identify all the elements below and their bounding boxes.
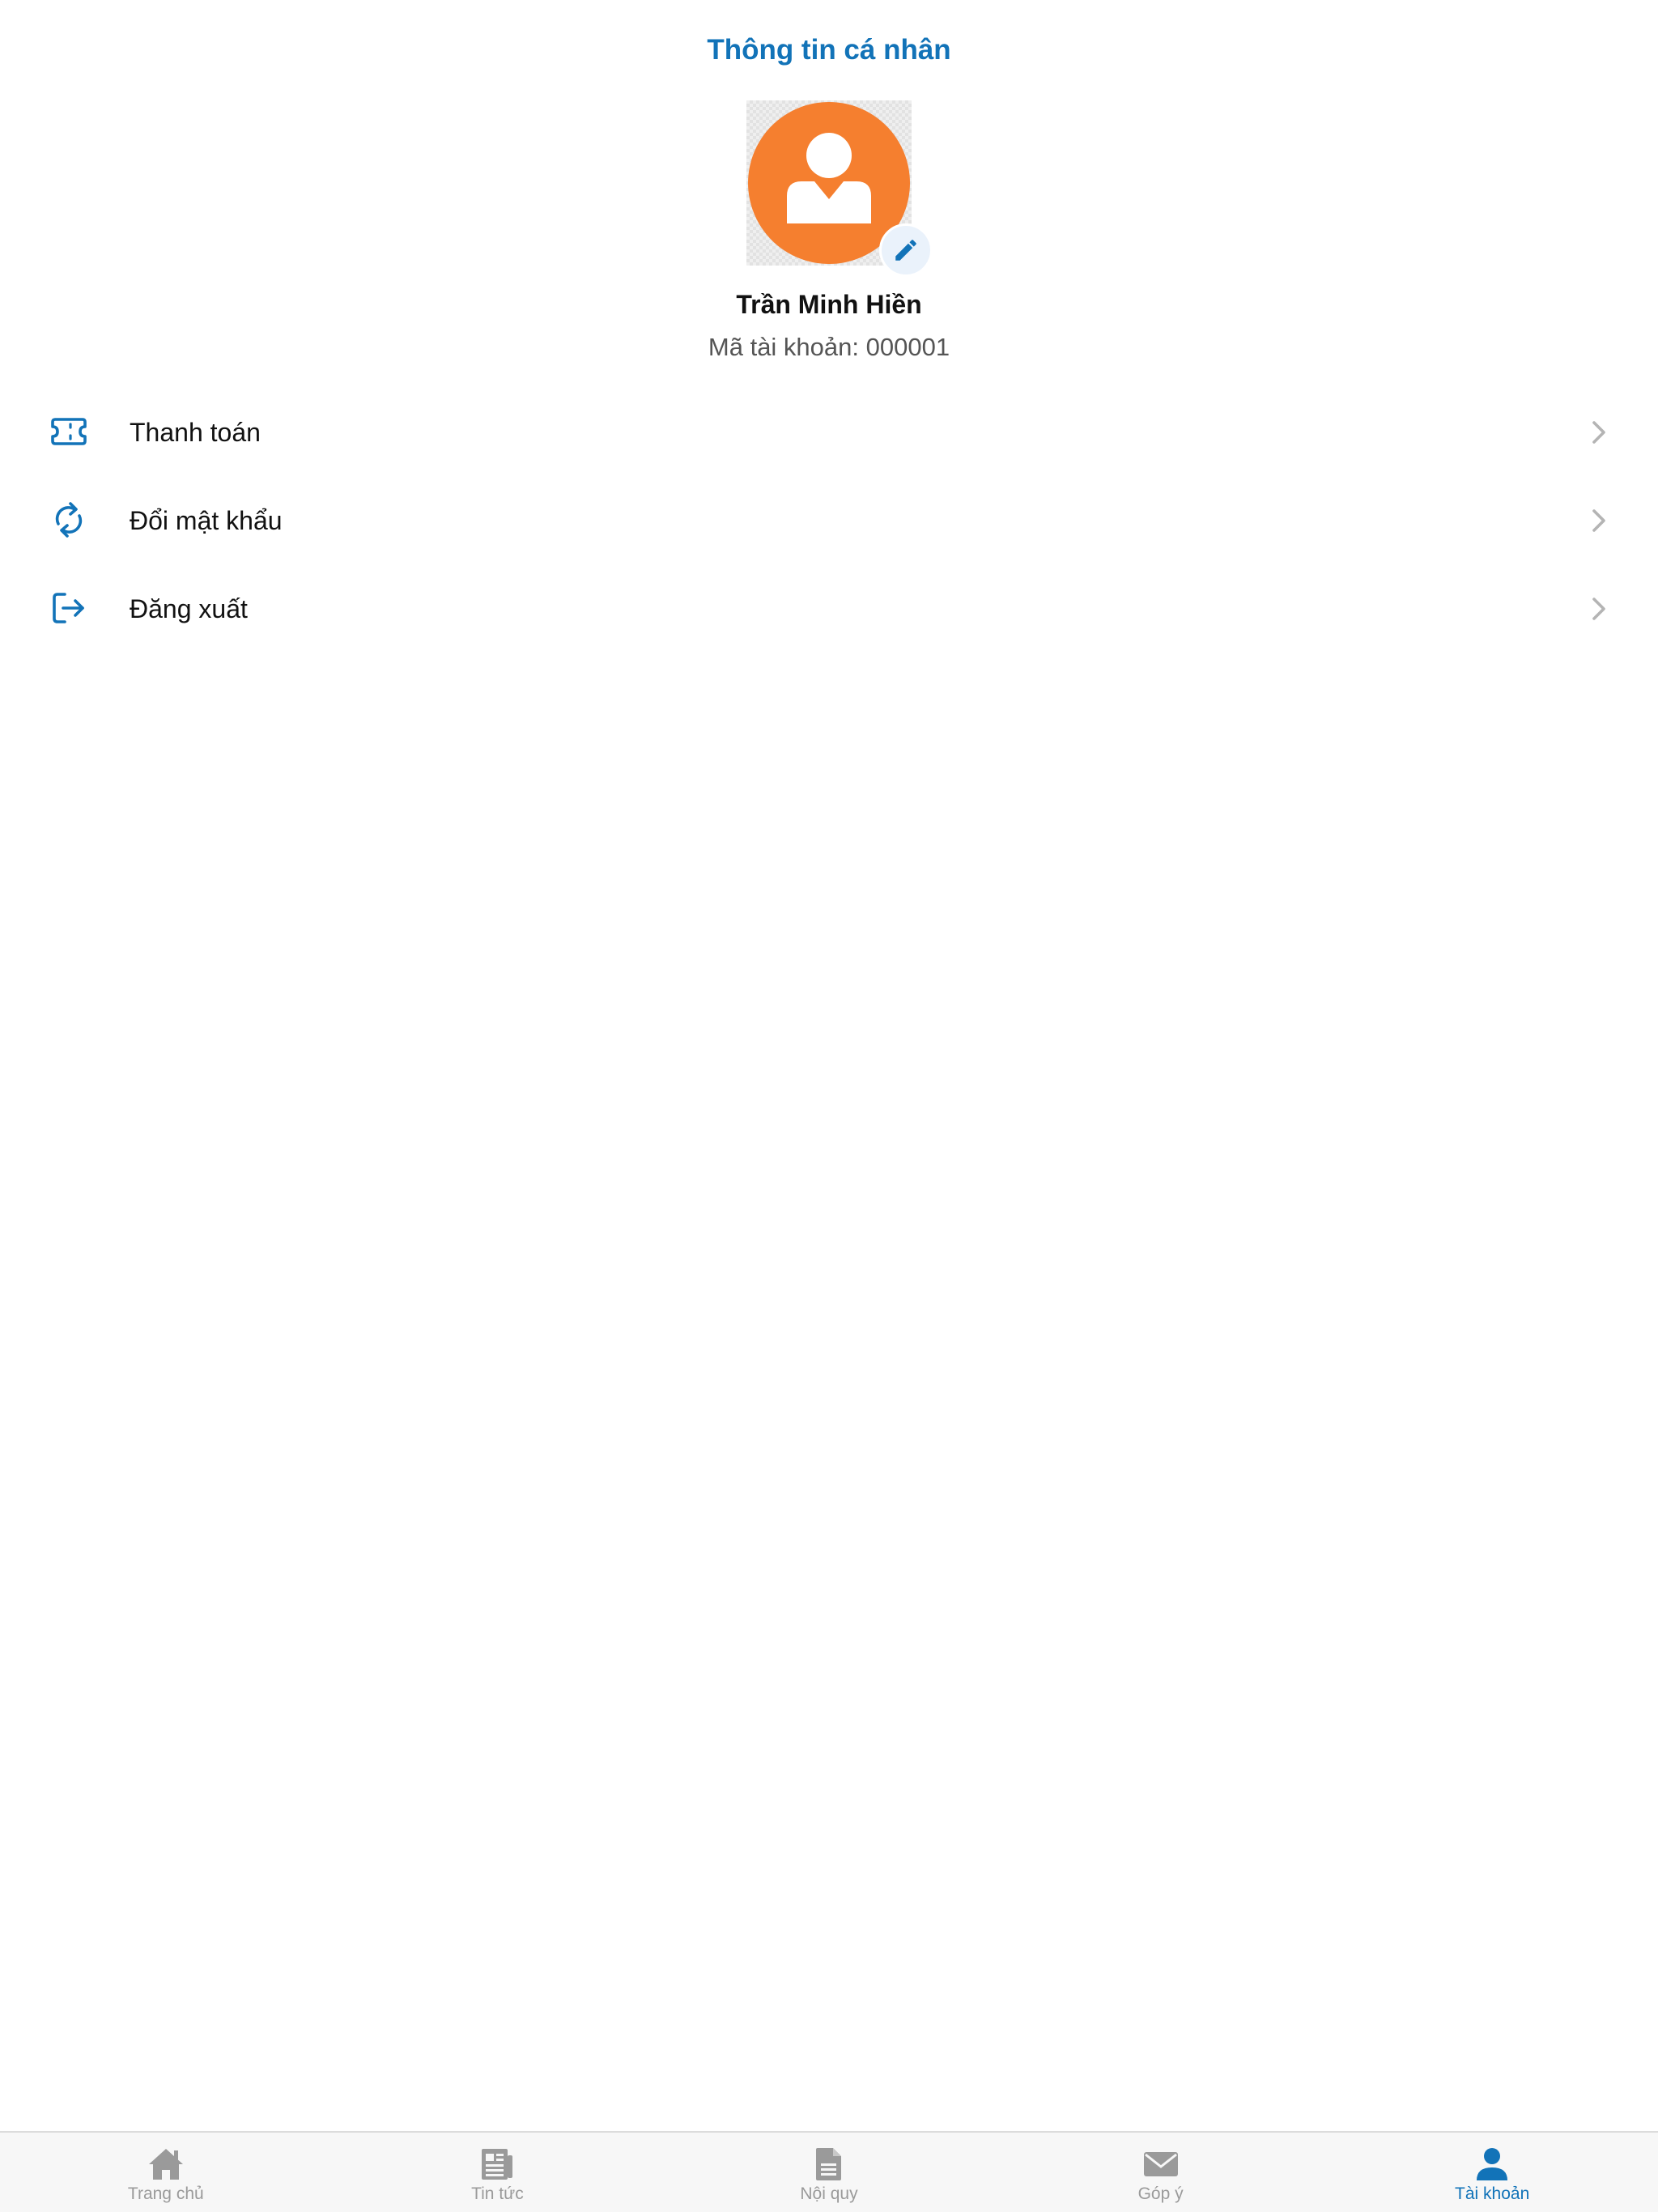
- tab-account[interactable]: Tài khoản: [1326, 2133, 1658, 2212]
- tab-feedback[interactable]: Góp ý: [995, 2133, 1327, 2212]
- account-menu: Thanh toán Đổi mật khẩu Đăng xuất: [0, 389, 1658, 653]
- bottom-tab-bar: Trang chủ Tin tức Nội quy Góp ý Tài khoả…: [0, 2131, 1658, 2212]
- account-screen: Thông tin cá nhân Trần Minh Hiền Mã tài …: [0, 0, 1658, 2212]
- menu-item-payment[interactable]: Thanh toán: [0, 389, 1658, 477]
- logout-icon: [53, 593, 84, 623]
- tab-rules[interactable]: Nội quy: [663, 2133, 995, 2212]
- menu-item-label: Đổi mật khẩu: [130, 506, 283, 535]
- tab-label: Góp ý: [1137, 2184, 1184, 2203]
- tab-label: Trang chủ: [127, 2184, 204, 2203]
- newspaper-icon: [482, 2149, 513, 2180]
- tab-label: Tài khoản: [1455, 2184, 1530, 2203]
- menu-item-label: Thanh toán: [130, 418, 261, 447]
- menu-item-label: Đăng xuất: [130, 594, 248, 623]
- chevron-right-icon: [1592, 598, 1605, 620]
- mail-icon: [1143, 2152, 1178, 2176]
- menu-item-change-password[interactable]: Đổi mật khẩu: [0, 477, 1658, 565]
- user-icon: [1477, 2148, 1508, 2180]
- tab-news[interactable]: Tin tức: [332, 2133, 664, 2212]
- tab-home[interactable]: Trang chủ: [0, 2133, 332, 2212]
- tab-label: Tin tức: [471, 2184, 524, 2203]
- pencil-icon: [895, 240, 916, 261]
- avatar[interactable]: [746, 100, 933, 277]
- ticket-icon: [51, 418, 87, 445]
- user-name: Trần Minh Hiền: [736, 290, 922, 319]
- menu-item-logout[interactable]: Đăng xuất: [0, 565, 1658, 653]
- chevron-right-icon: [1592, 421, 1605, 444]
- tab-label: Nội quy: [800, 2184, 858, 2203]
- edit-avatar-button[interactable]: [879, 223, 933, 277]
- account-code: Mã tài khoản: 000001: [708, 333, 950, 361]
- refresh-icon: [55, 502, 83, 538]
- document-icon: [815, 2148, 841, 2180]
- chevron-right-icon: [1592, 509, 1605, 532]
- home-icon: [148, 2149, 183, 2180]
- page-title: Thông tin cá nhân: [707, 34, 951, 66]
